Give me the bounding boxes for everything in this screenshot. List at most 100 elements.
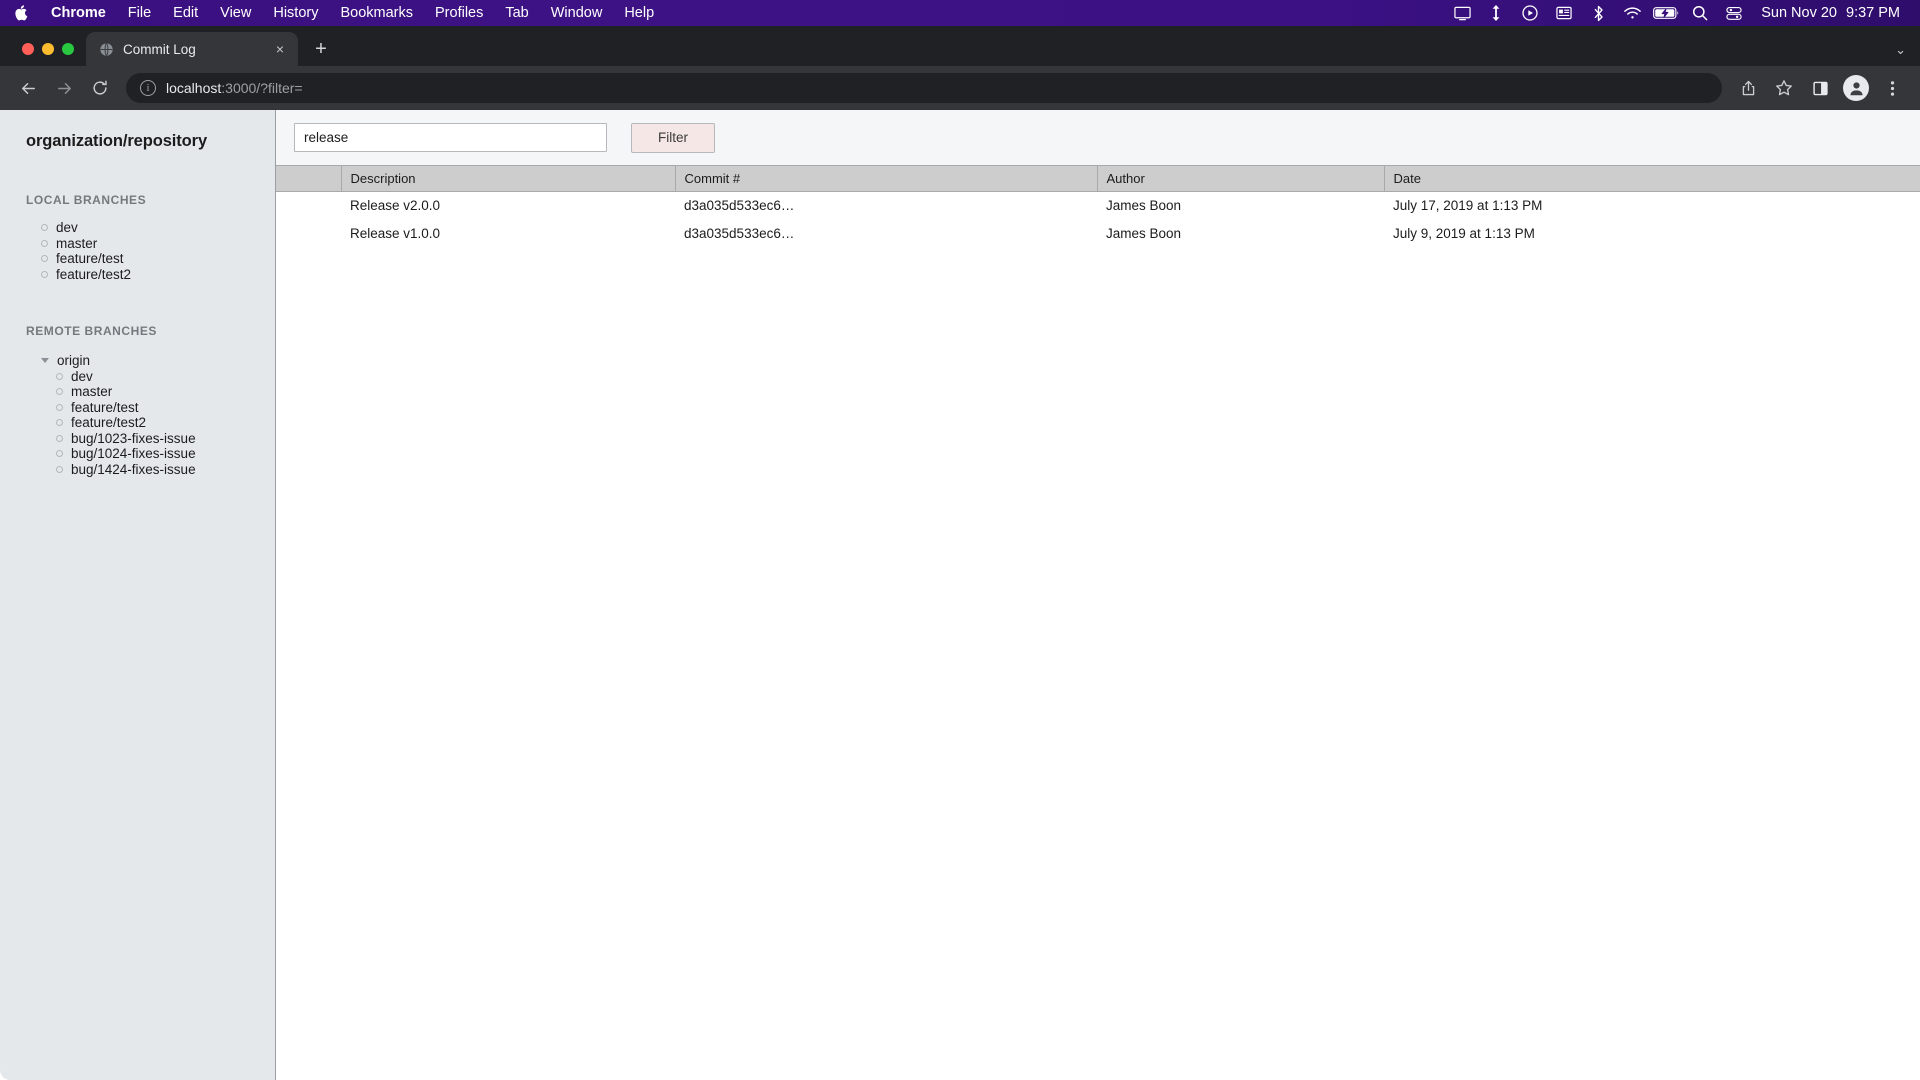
filter-bar: Filter — [276, 110, 1920, 165]
branch-label: dev — [71, 368, 93, 384]
branch-bullet-icon — [56, 465, 63, 473]
news-widget-icon[interactable] — [1547, 0, 1581, 26]
cell-author: James Boon — [1097, 219, 1384, 248]
commit-table-body: Release v2.0.0 d3a035d533ec6… James Boon… — [276, 191, 1920, 248]
menu-chrome[interactable]: Chrome — [40, 0, 117, 26]
airdrop-arrows-icon[interactable] — [1479, 0, 1513, 26]
branch-label: bug/1424-fixes-issue — [71, 461, 196, 477]
battery-charging-icon[interactable] — [1649, 0, 1683, 26]
control-center-icon[interactable] — [1717, 0, 1751, 26]
menu-help[interactable]: Help — [613, 0, 665, 26]
branch-item[interactable]: master — [0, 236, 275, 252]
address-bar[interactable]: i localhost:3000/?filter= — [126, 73, 1722, 103]
filter-input[interactable] — [294, 123, 607, 152]
table-row[interactable]: Release v2.0.0 d3a035d533ec6… James Boon… — [276, 191, 1920, 220]
branch-item[interactable]: feature/test — [0, 251, 275, 267]
menu-bar-clock[interactable]: Sun Nov 20 9:37 PM — [1751, 5, 1908, 21]
share-icon[interactable] — [1733, 73, 1763, 103]
branch-label: dev — [56, 220, 78, 236]
now-playing-icon[interactable] — [1513, 0, 1547, 26]
column-header-date[interactable]: Date — [1384, 165, 1920, 192]
branch-label: bug/1023-fixes-issue — [71, 430, 196, 446]
menu-bar-status-area: Sun Nov 20 9:37 PM — [1445, 0, 1920, 26]
close-window-button[interactable] — [22, 43, 34, 55]
cell-commit: d3a035d533ec6… — [675, 219, 1097, 248]
url-host: localhost — [166, 80, 222, 96]
table-row[interactable]: Release v1.0.0 d3a035d533ec6… James Boon… — [276, 219, 1920, 248]
spotlight-search-icon[interactable] — [1683, 0, 1717, 26]
address-bar-url: localhost:3000/?filter= — [166, 80, 303, 96]
chevron-down-icon[interactable] — [41, 358, 49, 364]
branch-item[interactable]: feature/test2 — [0, 415, 275, 431]
branch-bullet-icon — [41, 255, 48, 263]
branch-item[interactable]: feature/test — [0, 400, 275, 416]
branch-bullet-icon — [56, 388, 63, 396]
cell-spacer — [276, 219, 341, 248]
menu-edit[interactable]: Edit — [162, 0, 209, 26]
screen-mirroring-icon[interactable] — [1445, 0, 1479, 26]
menu-view[interactable]: View — [209, 0, 262, 26]
commit-log-main: Filter Description Commit # Author Date — [276, 110, 1920, 1080]
column-header-author[interactable]: Author — [1097, 165, 1385, 192]
maximize-window-button[interactable] — [62, 43, 74, 55]
commit-table-container: Description Commit # Author Date Release… — [276, 165, 1920, 1080]
menu-tab[interactable]: Tab — [494, 0, 539, 26]
page-title: organization/repository — [26, 132, 208, 150]
apple-logo-icon[interactable] — [0, 4, 40, 23]
branch-item[interactable]: bug/1424-fixes-issue — [0, 462, 275, 478]
branches-sidebar: organization/repository LOCAL BRANCHES d… — [0, 110, 276, 1080]
column-header-commit[interactable]: Commit # — [675, 165, 1098, 192]
branch-item[interactable]: master — [0, 384, 275, 400]
menu-bookmarks[interactable]: Bookmarks — [329, 0, 424, 26]
three-dot-menu-icon[interactable] — [1877, 73, 1907, 103]
branch-label: feature/test2 — [56, 266, 132, 282]
column-header-description[interactable]: Description — [341, 165, 676, 192]
column-header-spacer[interactable] — [276, 165, 342, 192]
tab-title: Commit Log — [123, 41, 196, 57]
cell-spacer — [276, 191, 341, 220]
url-path: :3000/?filter= — [221, 80, 303, 96]
cell-commit: d3a035d533ec6… — [675, 191, 1097, 220]
branch-item[interactable]: bug/1024-fixes-issue — [0, 446, 275, 462]
site-info-icon[interactable]: i — [140, 80, 156, 96]
tab-strip: Commit Log × + ⌄ — [0, 26, 1920, 66]
close-icon[interactable]: × — [270, 39, 290, 59]
wifi-icon[interactable] — [1615, 0, 1649, 26]
tab-commit-log[interactable]: Commit Log × — [86, 32, 298, 66]
branch-item[interactable]: feature/test2 — [0, 267, 275, 283]
commit-table-head: Description Commit # Author Date — [276, 165, 1920, 192]
filter-button[interactable]: Filter — [631, 122, 715, 153]
branch-item[interactable]: dev — [0, 220, 275, 236]
menu-bar-date: Sun Nov 20 — [1761, 5, 1837, 21]
commit-table: Description Commit # Author Date Release… — [276, 165, 1920, 248]
branch-label: feature/test — [56, 251, 124, 267]
menu-file[interactable]: File — [117, 0, 162, 26]
tab-strip-menu-button[interactable]: ⌄ — [1895, 42, 1920, 66]
reload-button[interactable] — [85, 73, 115, 103]
menu-bar-items: Chrome File Edit View History Bookmarks … — [40, 0, 665, 26]
remote-branches-header: REMOTE BRANCHES — [26, 324, 157, 338]
minimize-window-button[interactable] — [42, 43, 54, 55]
browser-toolbar: i localhost:3000/?filter= — [0, 66, 1920, 110]
back-button[interactable] — [13, 73, 43, 103]
menu-window[interactable]: Window — [540, 0, 614, 26]
menu-profiles[interactable]: Profiles — [424, 0, 494, 26]
side-panel-icon[interactable] — [1805, 73, 1835, 103]
local-branches-list: dev master feature/test feature/test2 — [0, 220, 275, 282]
branch-bullet-icon — [56, 450, 63, 458]
branch-item[interactable]: dev — [0, 369, 275, 385]
forward-button[interactable] — [49, 73, 79, 103]
branch-item[interactable]: bug/1023-fixes-issue — [0, 431, 275, 447]
branch-label: feature/test2 — [71, 415, 147, 431]
profile-avatar-icon[interactable] — [1843, 75, 1869, 101]
new-tab-button[interactable]: + — [306, 34, 336, 64]
branch-bullet-icon — [41, 239, 48, 247]
menu-history[interactable]: History — [262, 0, 329, 26]
remote-origin-item[interactable]: origin — [0, 353, 275, 369]
bluetooth-icon[interactable] — [1581, 0, 1615, 26]
globe-icon — [98, 41, 114, 57]
star-icon[interactable] — [1769, 73, 1799, 103]
cell-date: July 17, 2019 at 1:13 PM — [1384, 191, 1920, 220]
branch-label: master — [71, 384, 113, 400]
branch-label: master — [56, 235, 98, 251]
